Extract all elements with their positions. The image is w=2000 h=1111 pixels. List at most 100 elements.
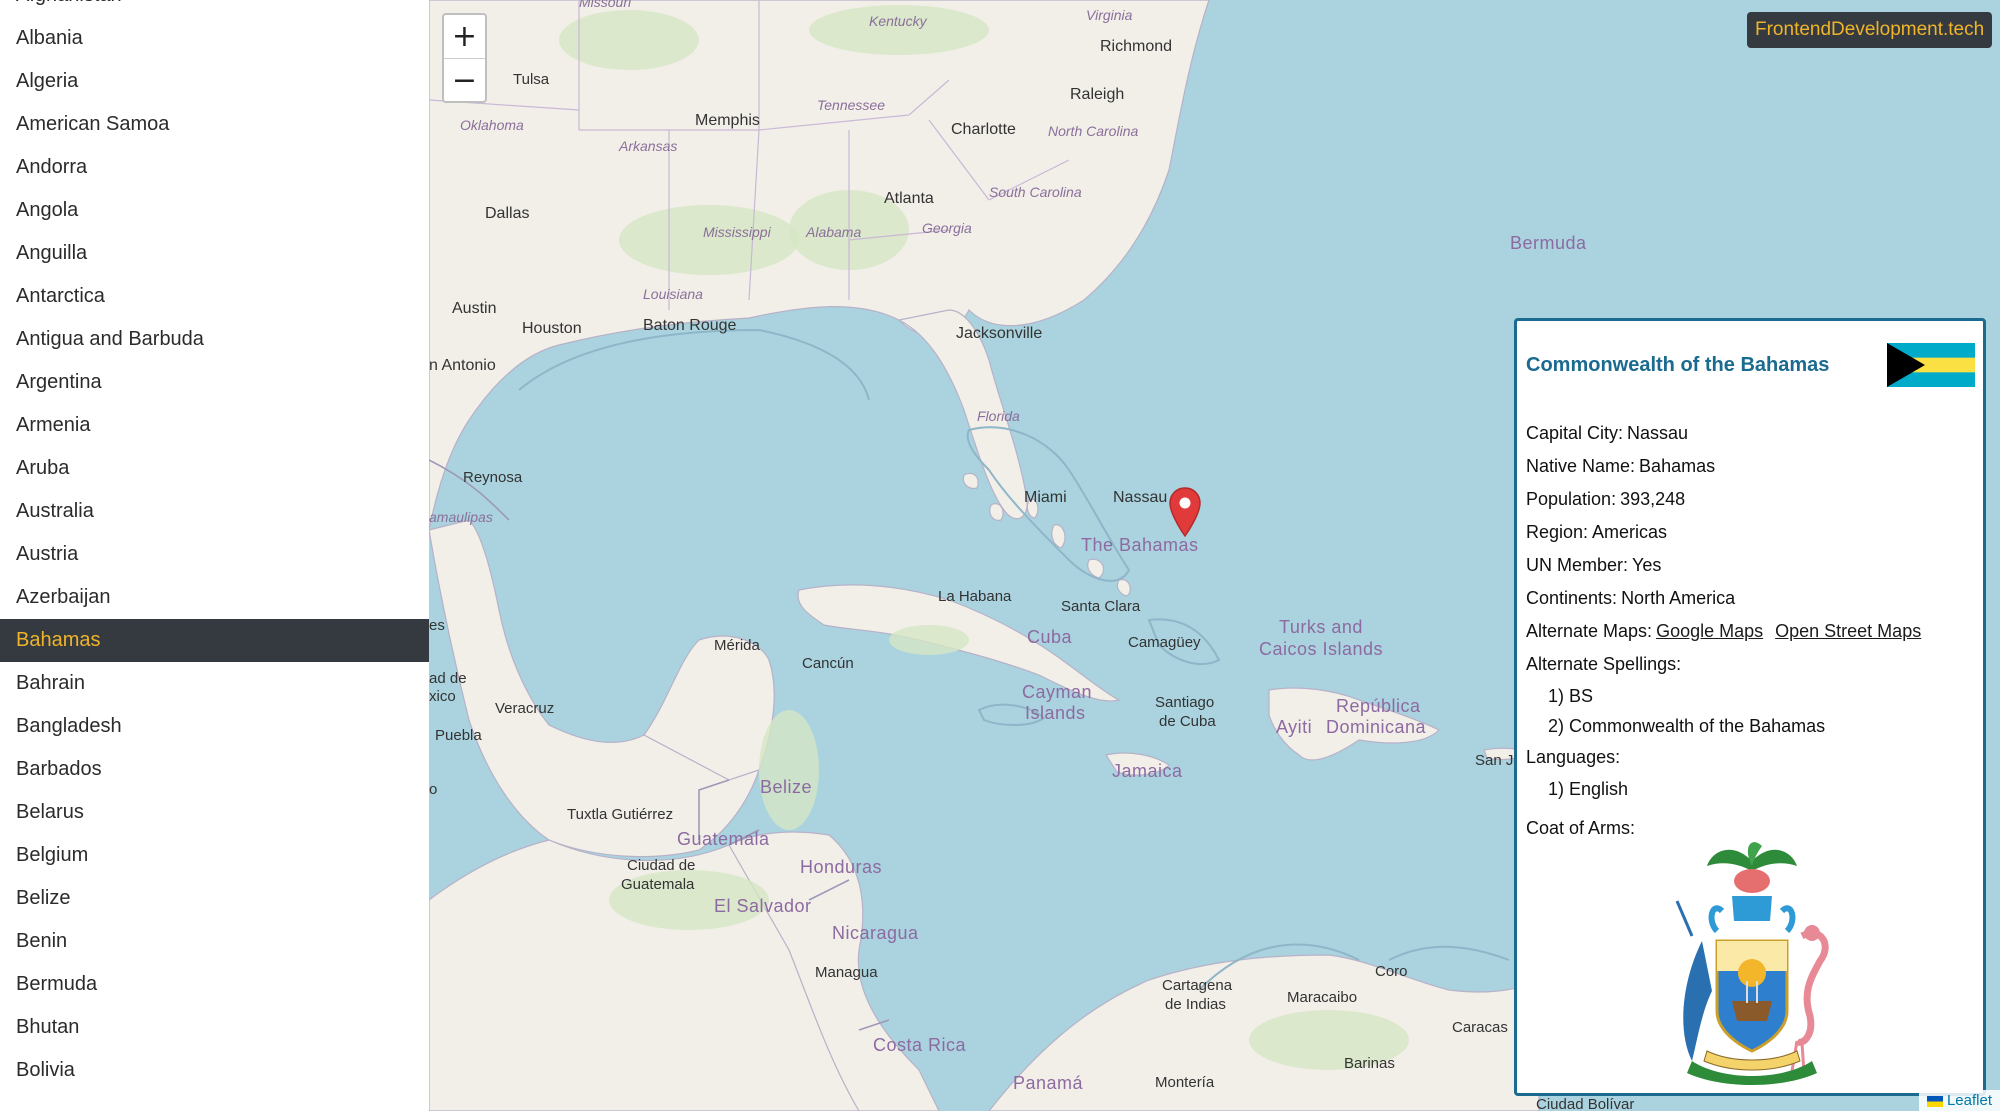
country-item-armenia[interactable]: Armenia: [0, 404, 429, 447]
map-label-richmond: Richmond: [1100, 38, 1173, 55]
map-label-tulsa: Tulsa: [513, 71, 550, 88]
map-label-tuxtla: Tuxtla Gutiérrez: [567, 806, 674, 823]
map-label-mississippi: Mississippi: [703, 224, 771, 240]
country-item-australia[interactable]: Australia: [0, 490, 429, 533]
country-item-aruba[interactable]: Aruba: [0, 447, 429, 490]
map-label-veracruz: Veracruz: [495, 700, 555, 717]
country-item-argentina[interactable]: Argentina: [0, 361, 429, 404]
map-label-costa-rica: Costa Rica: [873, 1035, 967, 1055]
country-item-belarus[interactable]: Belarus: [0, 791, 429, 834]
country-item-albania[interactable]: Albania: [0, 17, 429, 60]
alternate-spellings-row: Alternate Spellings:: [1526, 654, 1682, 674]
map-label-puebla: Puebla: [435, 727, 482, 744]
map-label-georgia: Georgia: [922, 220, 972, 236]
native-name-label: Native Name:: [1526, 456, 1636, 476]
map-label-bermuda: Bermuda: [1510, 233, 1587, 253]
native-name-value: Bahamas: [1639, 456, 1716, 476]
coat-of-arms-icon: [1675, 842, 1829, 1085]
country-item-bangladesh[interactable]: Bangladesh: [0, 705, 429, 748]
country-item-anguilla[interactable]: Anguilla: [0, 232, 429, 275]
country-item-bhutan[interactable]: Bhutan: [0, 1006, 429, 1049]
map-label-miami: Miami: [1024, 489, 1067, 506]
map-label-nicaragua: Nicaragua: [832, 923, 919, 943]
map-label-raleigh: Raleigh: [1070, 86, 1125, 103]
map-label-jacksonville: Jacksonville: [956, 325, 1043, 342]
country-item-antarctica[interactable]: Antarctica: [0, 275, 429, 318]
country-item-benin[interactable]: Benin: [0, 920, 429, 963]
open-street-maps-link[interactable]: Open Street Maps: [1775, 621, 1921, 641]
map-label-coro: Coro: [1375, 963, 1408, 980]
ukraine-flag-icon: [1926, 1095, 1943, 1107]
country-item-belgium[interactable]: Belgium: [0, 834, 429, 877]
map-label-charlotte: Charlotte: [951, 121, 1016, 138]
map-marker-icon[interactable]: [1169, 487, 1201, 537]
leaflet-link[interactable]: Leaflet: [1947, 1092, 1992, 1109]
zoom-in-button[interactable]: +: [444, 15, 485, 58]
map-label-belize: Belize: [760, 777, 813, 797]
country-item-angola[interactable]: Angola: [0, 189, 429, 232]
brand-link[interactable]: FrontendDevelopment.tech: [1747, 12, 1993, 48]
map-label-austin: Austin: [452, 300, 497, 317]
map-label-atlanta: Atlanta: [884, 190, 934, 207]
country-item-barbados[interactable]: Barbados: [0, 748, 429, 791]
spelling-item: 2) Commonwealth of the Bahamas: [1548, 716, 1826, 736]
google-maps-link[interactable]: Google Maps: [1656, 621, 1763, 641]
zoom-out-button[interactable]: −: [444, 58, 485, 101]
map-label-o: o: [429, 781, 438, 798]
country-item-antigua-and-barbuda[interactable]: Antigua and Barbuda: [0, 318, 429, 361]
population-label: Population:: [1526, 489, 1617, 509]
map-label-memphis: Memphis: [695, 112, 760, 129]
map-label-kentucky: Kentucky: [869, 13, 927, 29]
capital-row: Capital City: Nassau: [1526, 417, 1974, 450]
map-label-ciudad-bolivar: Ciudad Bolívar: [1536, 1096, 1635, 1111]
map-label-virginia: Virginia: [1086, 7, 1133, 23]
map-label-santiago: Santiago: [1155, 694, 1215, 711]
country-item-bahamas[interactable]: Bahamas: [0, 619, 429, 662]
country-item-austria[interactable]: Austria: [0, 533, 429, 576]
map-label-caracas: Caracas: [1452, 1019, 1508, 1036]
map-view[interactable]: Missouri Kentucky Virginia Richmond Tuls…: [429, 0, 2000, 1111]
map-label-ad-de: ad de: [429, 670, 467, 687]
map-label-es: es: [429, 617, 445, 634]
map-label-cayman: Cayman: [1022, 682, 1093, 702]
map-label-cancun: Cancún: [802, 655, 854, 672]
map-label-xico: xico: [429, 688, 456, 705]
map-label-guatemala: Guatemala: [677, 829, 770, 849]
country-item-andorra[interactable]: Andorra: [0, 146, 429, 189]
alternate-maps-row: Alternate Maps: Google Maps Open Street Ma…: [1526, 615, 1974, 648]
un-member-label: UN Member:: [1526, 555, 1629, 575]
country-item-american-samoa[interactable]: American Samoa: [0, 103, 429, 146]
map-label-ciudad-guatemala-2: Guatemala: [621, 876, 695, 893]
country-item-bahrain[interactable]: Bahrain: [0, 662, 429, 705]
map-label-dallas: Dallas: [485, 205, 530, 222]
map-label-la-habana: La Habana: [938, 588, 1012, 605]
continents-row: Continents: North America: [1526, 582, 1974, 615]
map-label-ayiti: Ayiti: [1276, 717, 1313, 737]
map-label-cuba: Cuba: [1027, 627, 1073, 647]
country-item-belize[interactable]: Belize: [0, 877, 429, 920]
country-item-bolivia[interactable]: Bolivia: [0, 1049, 429, 1092]
map-label-cartagena-2: de Indias: [1165, 996, 1226, 1013]
country-item-algeria[interactable]: Algeria: [0, 60, 429, 103]
continents-value: North America: [1621, 588, 1736, 608]
country-info-panel: Commonwealth of the Bahamas Capital City…: [1514, 318, 1986, 1096]
map-label-south-carolina: South Carolina: [989, 184, 1082, 200]
un-member-value: Yes: [1632, 555, 1662, 575]
map-label-tennessee: Tennessee: [817, 97, 885, 113]
country-sidebar: AfghanistanAlbaniaAlgeriaAmerican SamoaA…: [0, 0, 429, 1111]
country-item-bermuda[interactable]: Bermuda: [0, 963, 429, 1006]
map-label-el-salvador: El Salvador: [714, 896, 812, 916]
map-label-turks-caicos-2: Caicos Islands: [1259, 639, 1384, 659]
region-label: Region:: [1526, 522, 1589, 542]
spelling-item: 1) BS: [1548, 686, 1594, 706]
country-item-azerbaijan[interactable]: Azerbaijan: [0, 576, 429, 619]
map-label-ciudad-guatemala: Ciudad de: [627, 857, 696, 874]
country-list: AfghanistanAlbaniaAlgeriaAmerican SamoaA…: [0, 0, 429, 1092]
leaflet-attribution[interactable]: Leaflet: [1918, 1090, 2000, 1111]
capital-value: Nassau: [1627, 423, 1689, 443]
region-row: Region: Americas: [1526, 516, 1974, 549]
map-label-houston: Houston: [522, 320, 582, 337]
map-label-monteria: Montería: [1155, 1074, 1215, 1091]
country-item-afghanistan[interactable]: Afghanistan: [0, 0, 429, 17]
map-label-reynosa: Reynosa: [463, 469, 523, 486]
